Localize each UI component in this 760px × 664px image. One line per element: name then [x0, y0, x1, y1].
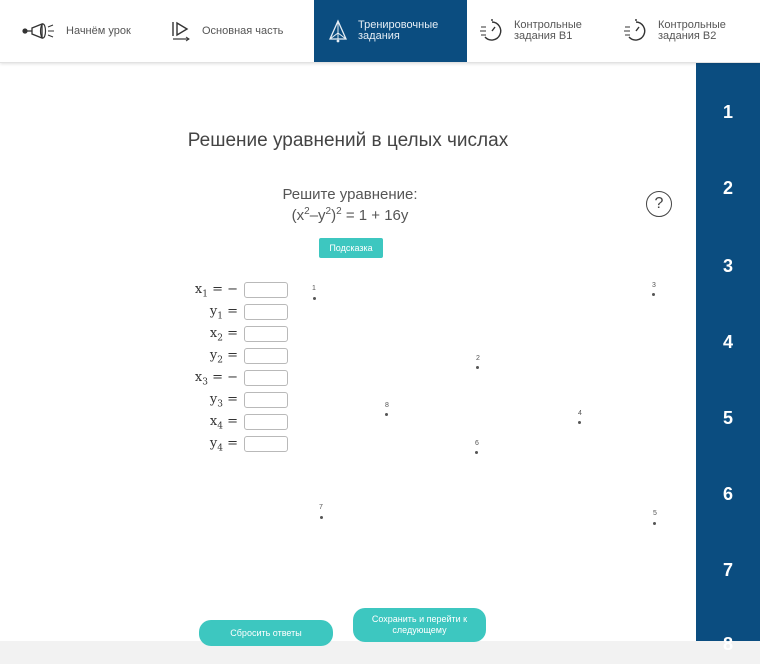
- timer-icon: [624, 19, 646, 41]
- step-6[interactable]: 6: [696, 474, 760, 514]
- tab-label: Контрольные задания В2: [658, 19, 726, 42]
- answer-row: y3 =: [180, 392, 300, 410]
- point-marker[interactable]: [652, 293, 655, 296]
- answer-label: y1 =: [209, 304, 238, 322]
- point-marker[interactable]: [653, 522, 656, 525]
- step-3[interactable]: 3: [696, 246, 760, 286]
- point-label: 3: [652, 282, 656, 289]
- answer-input[interactable]: [244, 414, 288, 430]
- play-icon: [172, 21, 190, 42]
- point-marker[interactable]: [313, 297, 316, 300]
- page-title: Решение уравнений в целых числах: [187, 130, 509, 151]
- answer-input[interactable]: [244, 304, 288, 320]
- step-navigation: 1 2 3 4 5 6 7 8: [696, 62, 760, 654]
- tab-label: Основная часть: [202, 24, 284, 37]
- step-4[interactable]: 4: [696, 322, 760, 362]
- task-prompt: Решите уравнение:: [282, 186, 418, 203]
- megaphone-icon: [22, 23, 54, 39]
- point-label: 2: [476, 355, 480, 362]
- answer-row: y4 =: [180, 436, 300, 454]
- point-marker[interactable]: [320, 516, 323, 519]
- point-label: 7: [319, 504, 323, 511]
- save-and-next-button[interactable]: Сохранить и перейти к следующему: [353, 608, 486, 642]
- answer-row: x4 =: [180, 414, 300, 432]
- tab-main-part[interactable]: Основная часть: [170, 0, 310, 62]
- point-label: 4: [578, 410, 582, 417]
- top-navigation: Начнём урок Основная часть Тренировочные…: [0, 0, 760, 63]
- tab-control-tasks-b2[interactable]: Контрольные задания В2: [624, 0, 760, 62]
- help-icon[interactable]: ?: [646, 191, 672, 217]
- tab-training-tasks[interactable]: Тренировочные задания: [314, 0, 467, 62]
- point-marker[interactable]: [578, 421, 581, 424]
- task-statement: Решите уравнение: (x2–y2)2 = 1 + 16y: [200, 186, 500, 224]
- answer-row: x1 = −: [180, 282, 300, 300]
- reset-answers-button[interactable]: Сбросить ответы: [199, 620, 333, 646]
- step-8[interactable]: 8: [696, 624, 760, 664]
- answer-label: x2 =: [209, 326, 238, 344]
- tab-control-tasks-b1[interactable]: Контрольные задания В1: [480, 0, 620, 62]
- step-5[interactable]: 5: [696, 398, 760, 438]
- answer-row: x3 = −: [180, 370, 300, 388]
- tab-start-lesson[interactable]: Начнём урок: [22, 0, 162, 62]
- hint-button[interactable]: Подсказка: [319, 238, 383, 258]
- step-1[interactable]: 1: [696, 92, 760, 132]
- answer-row: x2 =: [180, 326, 300, 344]
- answer-input[interactable]: [244, 436, 288, 452]
- answer-input[interactable]: [244, 392, 288, 408]
- answer-input[interactable]: [244, 348, 288, 364]
- point-label: 5: [653, 510, 657, 517]
- answer-label: x3 = −: [194, 370, 238, 388]
- point-marker[interactable]: [476, 366, 479, 369]
- answer-input[interactable]: [244, 326, 288, 342]
- step-7[interactable]: 7: [696, 550, 760, 590]
- step-2[interactable]: 2: [696, 168, 760, 208]
- equation: (x2–y2)2 = 1 + 16y: [291, 206, 409, 224]
- answer-row: y1 =: [180, 304, 300, 322]
- answer-row: y2 =: [180, 348, 300, 366]
- answer-label: y4 =: [209, 436, 238, 454]
- tab-label: Начнём урок: [66, 24, 131, 37]
- point-label: 8: [385, 402, 389, 409]
- tab-label: Контрольные задания В1: [514, 19, 582, 42]
- task-panel: Решение уравнений в целых числах Решите …: [0, 62, 696, 646]
- point-marker[interactable]: [475, 451, 478, 454]
- point-label: 6: [475, 440, 479, 447]
- answer-input[interactable]: [244, 282, 288, 298]
- answer-label: x1 = −: [194, 282, 238, 300]
- point-label: 1: [312, 285, 316, 292]
- point-marker[interactable]: [385, 413, 388, 416]
- answer-input[interactable]: [244, 370, 288, 386]
- tab-label: Тренировочные задания: [358, 19, 439, 42]
- answer-label: x4 =: [209, 414, 238, 432]
- answer-label: y3 =: [209, 392, 238, 410]
- pyramid-icon: [328, 19, 348, 43]
- timer-icon: [480, 19, 502, 41]
- answer-label: y2 =: [209, 348, 238, 366]
